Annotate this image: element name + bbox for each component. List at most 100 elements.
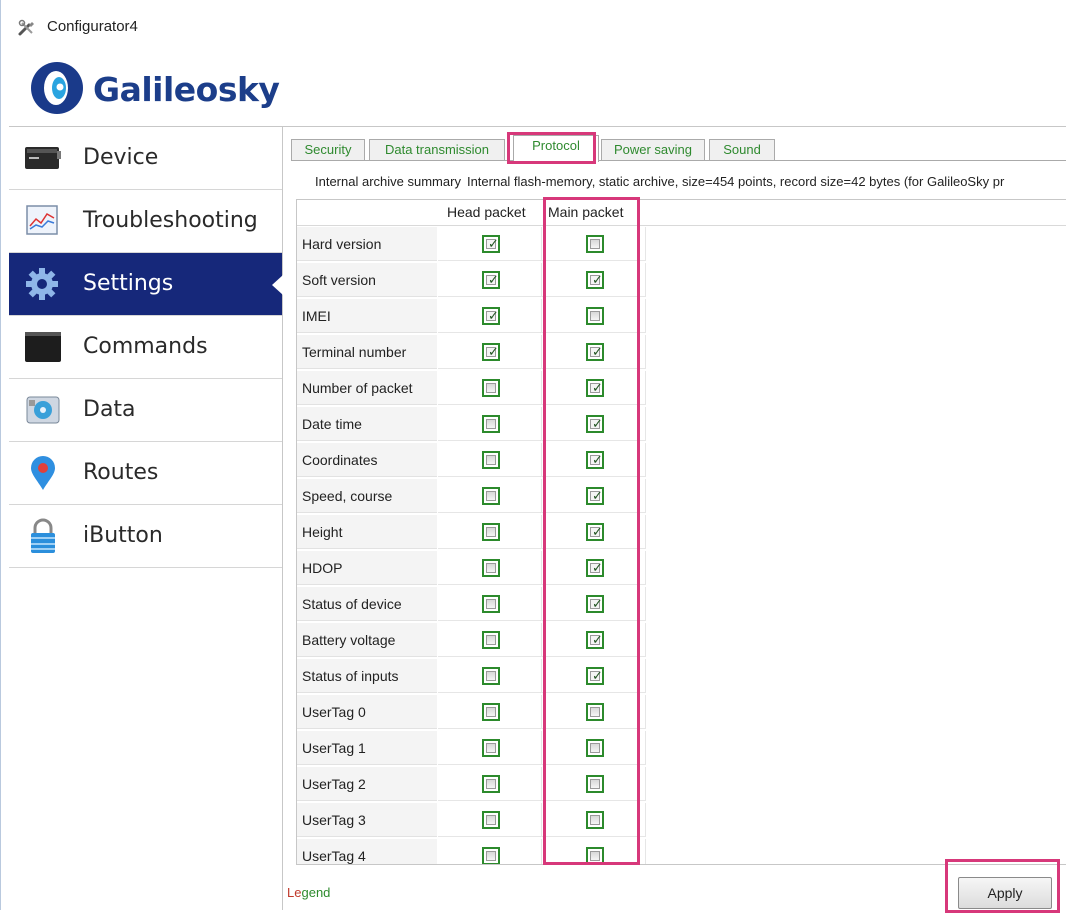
legend-part: Le bbox=[287, 885, 302, 900]
head-packet-checkbox[interactable] bbox=[482, 559, 500, 577]
row-label: UserTag 4 bbox=[297, 839, 437, 864]
head-packet-checkbox[interactable] bbox=[482, 595, 500, 613]
checkbox-box bbox=[486, 815, 496, 825]
row-label: UserTag 1 bbox=[297, 731, 437, 765]
checkbox-box bbox=[486, 671, 496, 681]
sidebar-item-commands[interactable]: Commands bbox=[9, 316, 282, 379]
protocol-table: Head packet Main packet Hard version ✓ Sof… bbox=[296, 199, 1066, 865]
sidebar-item-ibutton[interactable]: iButton bbox=[9, 505, 282, 568]
archive-summary-value: Internal flash-memory, static archive, s… bbox=[466, 174, 1005, 189]
tab-sound[interactable]: Sound bbox=[709, 139, 775, 161]
active-indicator bbox=[272, 275, 283, 295]
checkbox-box bbox=[486, 743, 496, 753]
row-label: Speed, course bbox=[297, 479, 437, 513]
table-header: Head packet Main packet bbox=[297, 200, 1066, 226]
legend-part: nd bbox=[315, 885, 331, 900]
row-label: Soft version bbox=[297, 263, 437, 297]
head-packet-checkbox[interactable]: ✓ bbox=[482, 235, 500, 253]
window-title: Configurator4 bbox=[47, 18, 138, 35]
row-label: Number of packet bbox=[297, 371, 437, 405]
sidebar-item-label: iButton bbox=[83, 523, 163, 548]
checkbox-box bbox=[486, 707, 496, 717]
checkmark-icon: ✓ bbox=[488, 273, 499, 288]
head-packet-checkbox[interactable] bbox=[482, 379, 500, 397]
checkbox-box bbox=[486, 563, 496, 573]
head-packet-checkbox[interactable] bbox=[482, 811, 500, 829]
head-packet-checkbox[interactable] bbox=[482, 703, 500, 721]
head-packet-cell: ✓ bbox=[438, 227, 542, 261]
head-packet-checkbox[interactable] bbox=[482, 847, 500, 864]
data-icon bbox=[26, 396, 60, 424]
head-packet-cell: ✓ bbox=[438, 335, 542, 369]
head-packet-cell bbox=[438, 659, 542, 693]
head-packet-checkbox[interactable] bbox=[482, 775, 500, 793]
checkbox-box bbox=[486, 455, 496, 465]
header-head-packet: Head packet bbox=[447, 204, 526, 220]
tab-divider bbox=[291, 160, 1066, 161]
head-packet-cell bbox=[438, 443, 542, 477]
head-packet-checkbox[interactable] bbox=[482, 523, 500, 541]
row-label: Status of inputs bbox=[297, 659, 437, 693]
head-packet-cell: ✓ bbox=[438, 263, 542, 297]
checkmark-icon: ✓ bbox=[488, 237, 499, 252]
checkbox-box bbox=[486, 383, 496, 393]
head-packet-checkbox[interactable]: ✓ bbox=[482, 343, 500, 361]
head-packet-checkbox[interactable] bbox=[482, 487, 500, 505]
legend-part: ge bbox=[301, 885, 316, 900]
sidebar-item-settings[interactable]: Settings bbox=[9, 253, 283, 316]
sidebar-item-data[interactable]: Data bbox=[9, 379, 282, 442]
row-label: UserTag 0 bbox=[297, 695, 437, 729]
legend-link[interactable]: Legend bbox=[287, 885, 330, 900]
head-packet-checkbox[interactable]: ✓ bbox=[482, 271, 500, 289]
head-packet-cell bbox=[438, 479, 542, 513]
archive-summary: Internal archive summary Internal flash-m… bbox=[315, 174, 1066, 189]
row-label: IMEI bbox=[297, 299, 437, 333]
head-packet-cell bbox=[438, 803, 542, 837]
apply-button[interactable]: Apply bbox=[958, 877, 1052, 909]
head-packet-checkbox[interactable] bbox=[482, 631, 500, 649]
sidebar-item-device[interactable]: Device bbox=[9, 127, 282, 190]
settings-panel: Security Data transmission Protocol Powe… bbox=[283, 126, 1066, 913]
head-packet-cell bbox=[438, 587, 542, 621]
checkbox-box bbox=[486, 779, 496, 789]
tab-security[interactable]: Security bbox=[291, 139, 365, 161]
main-packet-highlight bbox=[543, 197, 640, 865]
sidebar-item-label: Device bbox=[83, 145, 159, 170]
galileosky-logo-icon bbox=[31, 62, 83, 114]
row-label: HDOP bbox=[297, 551, 437, 585]
sidebar-item-label: Commands bbox=[83, 334, 208, 359]
head-packet-cell bbox=[438, 371, 542, 405]
device-icon bbox=[25, 147, 61, 169]
row-label: UserTag 3 bbox=[297, 803, 437, 837]
row-label: Height bbox=[297, 515, 437, 549]
head-packet-cell bbox=[438, 407, 542, 441]
head-packet-checkbox[interactable] bbox=[482, 739, 500, 757]
lock-icon bbox=[31, 518, 55, 553]
troubleshooting-icon bbox=[26, 205, 58, 235]
sidebar-item-routes[interactable]: Routes bbox=[9, 442, 282, 505]
sidebar-item-troubleshooting[interactable]: Troubleshooting bbox=[9, 190, 282, 253]
head-packet-checkbox[interactable]: ✓ bbox=[482, 307, 500, 325]
head-packet-checkbox[interactable] bbox=[482, 667, 500, 685]
head-packet-checkbox[interactable] bbox=[482, 415, 500, 433]
protocol-tab-highlight bbox=[507, 132, 596, 164]
tab-power-saving[interactable]: Power saving bbox=[601, 139, 705, 161]
checkbox-box: ✓ bbox=[486, 237, 499, 252]
row-label: Battery voltage bbox=[297, 623, 437, 657]
tab-bar: Security Data transmission Protocol Powe… bbox=[291, 135, 1066, 162]
apply-highlight: Apply bbox=[945, 859, 1060, 913]
gear-icon bbox=[26, 268, 58, 300]
checkbox-box: ✓ bbox=[486, 345, 499, 360]
checkmark-icon: ✓ bbox=[488, 309, 499, 324]
row-label: Date time bbox=[297, 407, 437, 441]
title-bar: Configurator4 bbox=[1, 0, 1066, 56]
row-label: Coordinates bbox=[297, 443, 437, 477]
tab-data-transmission[interactable]: Data transmission bbox=[369, 139, 505, 161]
checkbox-box bbox=[486, 599, 496, 609]
sidebar-item-label: Routes bbox=[83, 460, 159, 485]
app-window: Configurator4 Galileosky Device Troubles… bbox=[0, 0, 1066, 913]
head-packet-checkbox[interactable] bbox=[482, 451, 500, 469]
map-pin-icon bbox=[31, 456, 55, 490]
head-packet-cell bbox=[438, 551, 542, 585]
head-packet-cell: ✓ bbox=[438, 299, 542, 333]
